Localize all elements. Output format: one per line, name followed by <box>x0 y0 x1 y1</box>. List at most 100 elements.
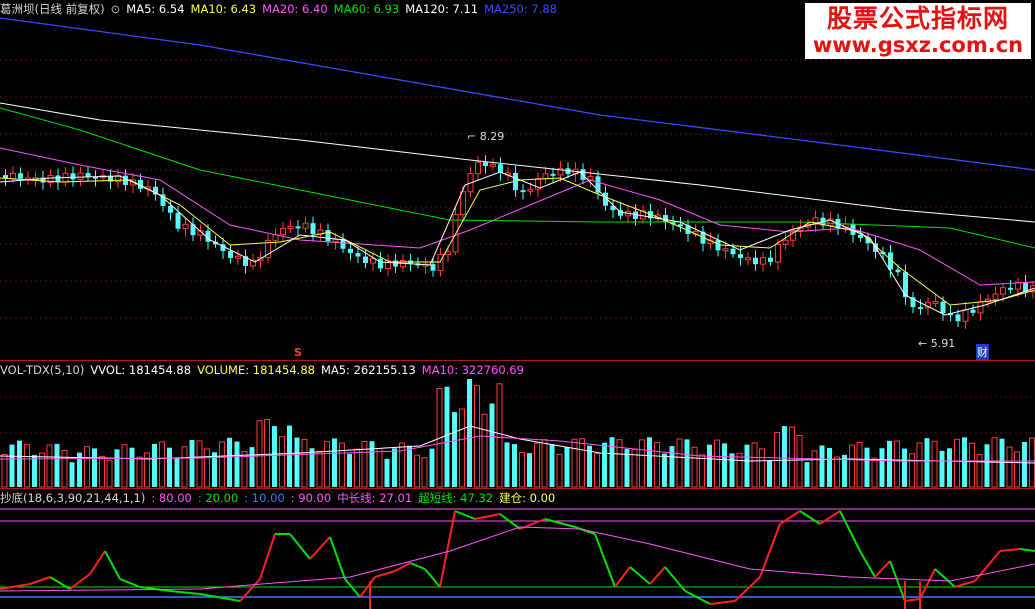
volume-bar <box>916 442 923 488</box>
ultra-short-segment <box>29 576 51 585</box>
volume-bar <box>594 453 600 488</box>
ultra-short-segment <box>614 566 631 588</box>
finance-marker[interactable]: 财 <box>976 344 989 360</box>
ultra-short-segment <box>974 550 1001 582</box>
volume-bar <box>887 440 892 487</box>
ma20-line <box>0 147 1035 286</box>
volume-bar <box>962 437 967 487</box>
volume-bar <box>834 456 840 488</box>
candle <box>310 223 316 235</box>
level-20-legend: : 20.00 <box>197 491 239 505</box>
volume-bar <box>556 453 563 488</box>
volume-bar <box>691 446 698 488</box>
volume-bar <box>264 419 270 488</box>
volume-bar <box>407 445 412 487</box>
volume-bar <box>759 448 765 488</box>
volume-bar <box>789 426 795 488</box>
ultra-short-segment <box>999 548 1021 552</box>
indicator-legend: 抄底(18,6,3,90,21,44,1,1): 80.00: 20.00: 1… <box>0 489 1035 507</box>
stock-title[interactable]: 葛洲坝(日线 前复权) <box>0 2 105 16</box>
volume-bar <box>347 453 352 487</box>
volume-panel[interactable]: VOL-TDX(5,10) VVOL: 181454.88 VOLUME: 1814… <box>0 361 1035 488</box>
volume-bar <box>294 437 300 487</box>
volume-bar <box>819 445 825 487</box>
volume-chart[interactable] <box>0 361 1035 488</box>
ultra-short-segment <box>649 566 666 585</box>
watermark-logo: 股票公式指标网 www.gsxz.com.cn <box>805 3 1031 59</box>
volume-bar <box>287 425 292 487</box>
volume-bar <box>481 413 488 488</box>
ultra-short-segment <box>779 510 801 525</box>
candle <box>782 239 789 245</box>
volume-bar <box>24 444 30 488</box>
volume-bar <box>219 441 225 488</box>
volume-bar <box>414 454 420 488</box>
candle <box>490 163 496 167</box>
volume-bar <box>804 462 810 487</box>
candle <box>730 248 736 255</box>
candle <box>722 248 729 252</box>
candle <box>340 239 346 249</box>
ma250-legend: MA250: 7.88 <box>484 2 557 16</box>
ultra-short-segment <box>169 590 201 595</box>
ma60-legend: MA60: 6.93 <box>333 2 400 16</box>
mid-long-legend: 中长线: 27.01 <box>337 491 413 505</box>
volume-bar <box>527 453 532 487</box>
volume-bar <box>909 453 915 488</box>
volume-bar <box>61 450 68 488</box>
volume-bar <box>984 444 990 487</box>
volume-bar <box>722 443 727 487</box>
mid-long-line <box>0 526 1035 592</box>
volume-bar <box>894 440 900 488</box>
dropdown-icon[interactable]: ⊙ <box>111 2 121 16</box>
volume-bar <box>136 456 143 488</box>
indicator-panel[interactable]: 抄底(18,6,3,90,21,44,1,1): 80.00: 20.00: 1… <box>0 489 1035 609</box>
volume-bar <box>714 439 720 488</box>
volume-bar <box>9 444 15 487</box>
ultra-short-segment <box>629 566 651 585</box>
volume-bar <box>751 442 758 488</box>
indicator-title[interactable]: 抄底(18,6,3,90,21,44,1,1) <box>0 491 145 505</box>
volume-bar <box>976 453 983 488</box>
volume-bar <box>332 438 337 487</box>
candle <box>542 173 549 180</box>
candle <box>483 162 488 166</box>
ma120-line <box>0 102 1035 223</box>
volume-bar <box>46 444 53 488</box>
candle <box>475 161 481 175</box>
vvol-legend: VVOL: 181454.88 <box>90 363 192 377</box>
candle <box>370 258 376 264</box>
volume-bar <box>279 436 285 488</box>
volume-bar <box>939 450 945 487</box>
signal-s-marker[interactable]: S <box>294 346 302 359</box>
vol-title[interactable]: VOL-TDX(5,10) <box>0 363 84 377</box>
candle <box>228 251 233 258</box>
volume-bar <box>744 444 750 487</box>
candle <box>1000 287 1006 295</box>
candle <box>55 175 61 183</box>
volume-bar <box>902 448 907 487</box>
ultra-short-segment <box>544 518 576 528</box>
candle <box>977 301 984 314</box>
ma10-legend: MA10: 6.43 <box>190 2 257 16</box>
candle <box>445 251 451 256</box>
volume-bar <box>856 442 863 488</box>
candle <box>182 223 189 230</box>
volume-bar <box>92 448 97 487</box>
candle <box>520 190 526 193</box>
indicator-chart[interactable] <box>0 489 1035 609</box>
volume-bar <box>541 439 548 488</box>
volume-bar <box>99 455 105 488</box>
volume-bar <box>32 455 37 487</box>
volume-bar <box>639 439 645 488</box>
volume-bar <box>879 448 885 487</box>
ma20-legend: MA20: 6.40 <box>262 2 328 16</box>
volume-bar <box>272 426 277 487</box>
ultra-short-segment <box>839 510 861 552</box>
volume-bar <box>1006 446 1013 488</box>
volume-bar <box>316 450 323 488</box>
volume-bar <box>392 448 397 487</box>
ultra-short-legend: 超短线: 47.32 <box>418 491 494 505</box>
candle <box>1008 287 1013 290</box>
volume-bar <box>947 448 952 487</box>
